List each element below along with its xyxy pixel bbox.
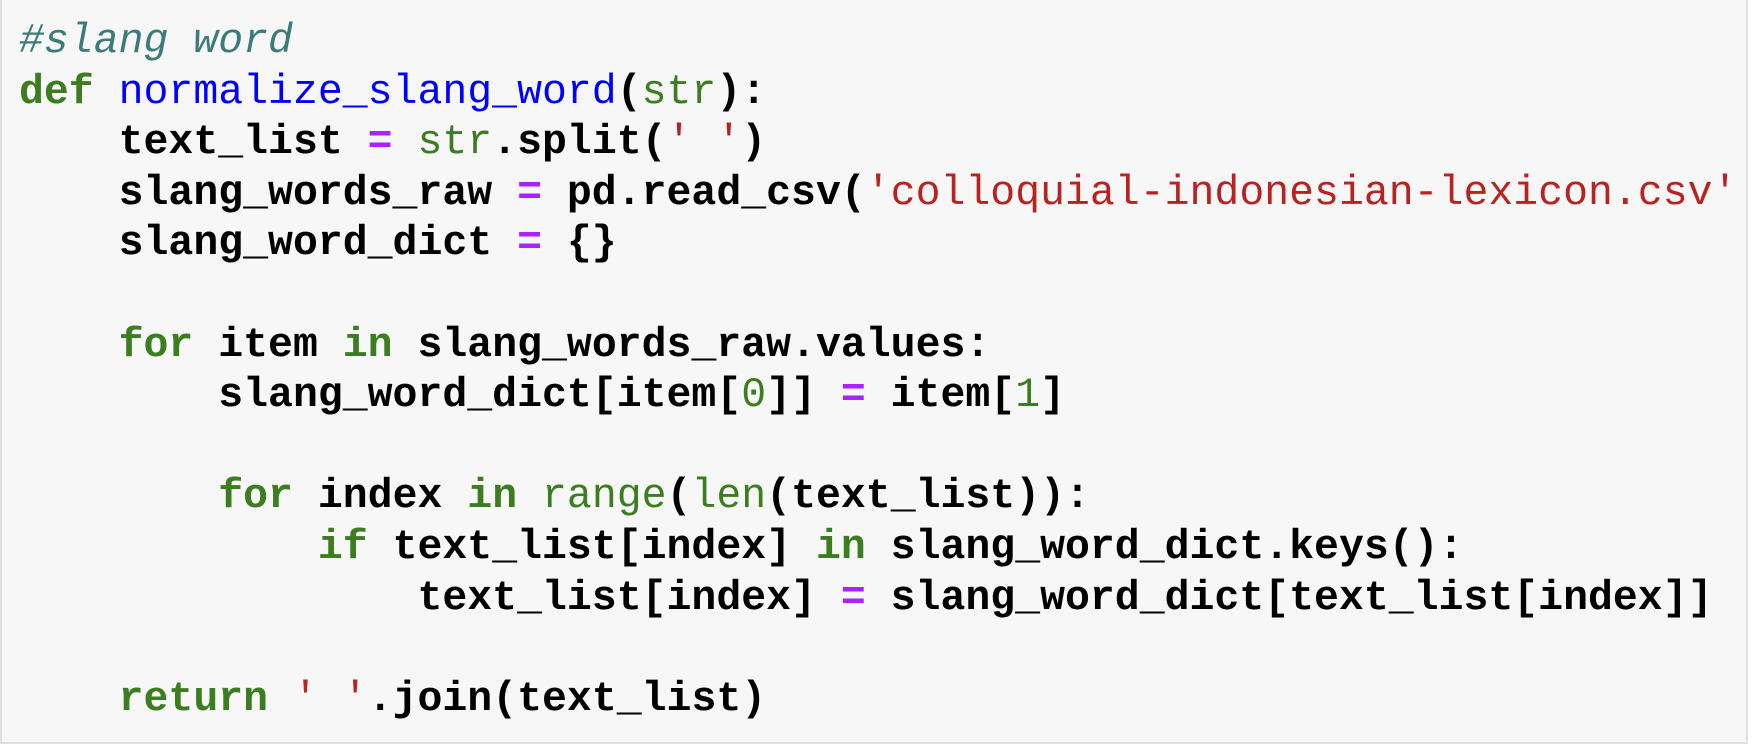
code-token-op: = <box>517 220 542 268</box>
code-token-plain: text_list <box>19 119 368 167</box>
code-token-plain: ): <box>716 68 767 116</box>
code-token-str: ' ' <box>666 119 742 167</box>
code-token-op: = <box>840 372 866 420</box>
code-line: slang_word_dict[item[0]] = item[1] <box>19 371 1737 422</box>
code-token-op: = <box>517 169 542 217</box>
code-line: return ' '.join(text_list) <box>19 675 1737 726</box>
code-editor[interactable]: #slang word def normalize_slang_word(str)… <box>19 17 1737 725</box>
code-line: slang_word_dict = {} <box>19 219 1737 270</box>
code-token-op: = <box>367 119 393 167</box>
code-token-plain: pd.read_csv( <box>542 169 866 217</box>
code-token-plain: ( <box>666 473 692 521</box>
code-token-plain: .split( <box>492 119 667 167</box>
code-token-builtin: str <box>641 68 717 116</box>
code-token-fn: normalize_slang_word <box>118 68 617 116</box>
code-token-num: 0 <box>741 372 767 420</box>
code-line: #slang word <box>19 17 1737 68</box>
code-line: text_list = str.split(' ') <box>19 118 1737 169</box>
code-token-plain: ) <box>741 119 767 167</box>
code-token-plain: ] <box>1040 372 1065 420</box>
code-cell[interactable]: #slang word def normalize_slang_word(str)… <box>0 0 1748 744</box>
code-line: for item in slang_words_raw.values: <box>19 321 1737 372</box>
code-token-plain: {} <box>542 220 617 268</box>
code-line: def normalize_slang_word(str): <box>19 68 1737 119</box>
code-token-plain: index <box>292 473 468 521</box>
code-token-plain: slang_word_dict[item[ <box>19 372 742 420</box>
code-token-plain: item[ <box>865 372 1016 420</box>
code-line: for index in range(len(text_list)): <box>19 472 1737 523</box>
code-token-comment: #slang word <box>19 18 293 65</box>
code-token-kw: return <box>118 675 269 723</box>
code-token-plain: .join(text_list) <box>367 675 767 723</box>
code-token-builtin: str <box>417 119 493 167</box>
code-token-kw: in <box>342 321 393 369</box>
code-token-plain: slang_word_dict <box>19 220 518 268</box>
code-token-plain: ]] <box>766 372 841 420</box>
code-token-kw: in <box>815 523 866 571</box>
code-token-str: 'colloquial-indonesian-lexicon.csv' <box>865 169 1738 217</box>
code-token-str: ' ' <box>292 675 368 723</box>
code-token-num: 1 <box>1015 372 1041 420</box>
code-token-plain: text_list[index] <box>367 523 816 571</box>
code-token-plain: text_list[index] <box>19 574 841 622</box>
code-token-plain: item <box>193 321 343 369</box>
code-token-op: = <box>840 574 866 622</box>
code-token-plain: slang_word_dict.keys(): <box>865 523 1464 571</box>
code-line: if text_list[index] in slang_word_dict.k… <box>19 523 1737 574</box>
code-token-builtin: len <box>691 473 767 521</box>
code-token-plain: slang_words_raw <box>19 169 518 217</box>
code-token-plain: ( <box>616 68 642 116</box>
code-token-plain: (text_list)): <box>766 473 1090 521</box>
code-line: text_list[index] = slang_word_dict[text_… <box>19 574 1737 625</box>
code-token-kw: if <box>317 523 368 571</box>
code-line: slang_words_raw = pd.read_csv('colloquia… <box>19 169 1738 220</box>
code-token-plain: slang_word_dict[text_list[index]] <box>865 574 1713 622</box>
code-token-plain: slang_words_raw.values: <box>392 321 991 369</box>
code-token-kw: for <box>118 321 194 369</box>
code-token-kw: def <box>19 68 94 116</box>
code-token-builtin: range <box>542 473 667 521</box>
code-token-kw: in <box>467 473 518 521</box>
code-token-kw: for <box>218 473 293 521</box>
